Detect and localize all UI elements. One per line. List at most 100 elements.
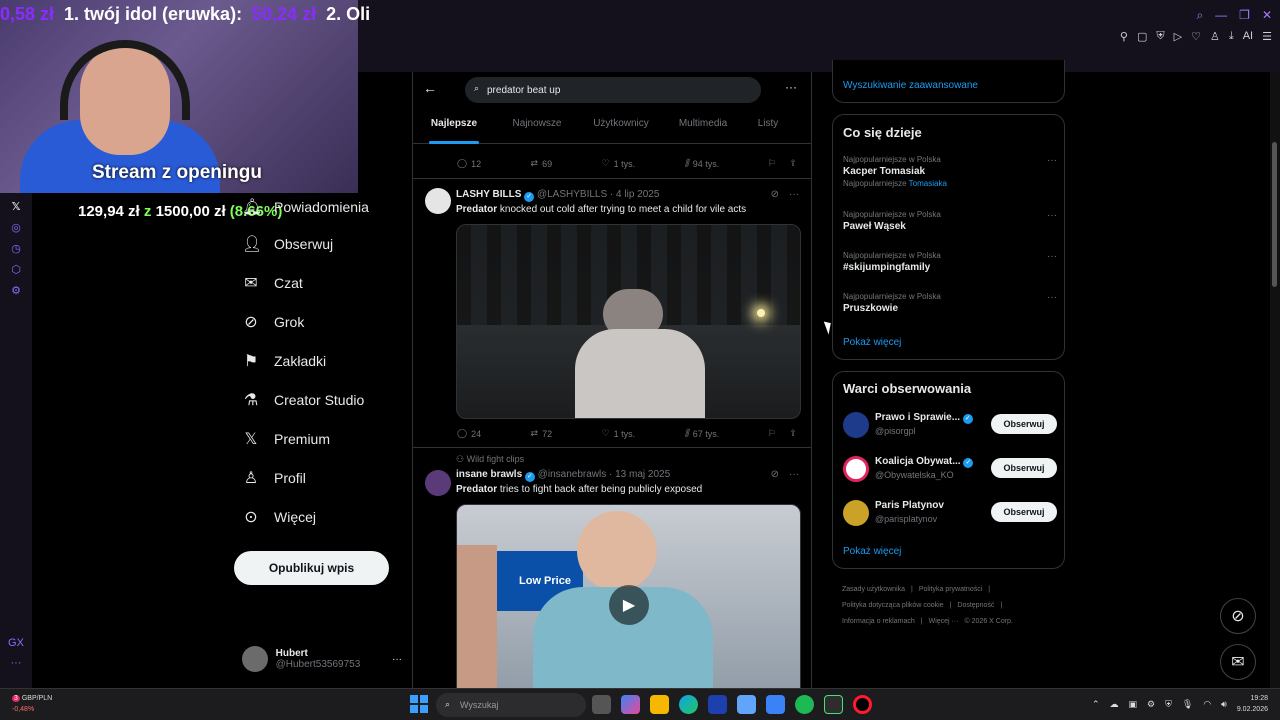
nav-item-notifications[interactable]: 🔔︎ Powiadomienia — [234, 190, 410, 224]
footer-link[interactable]: Informacja o reklamach — [842, 618, 915, 625]
scrollbar-thumb[interactable] — [1272, 142, 1277, 287]
nav-item-creator-studio[interactable]: ⚗ Creator Studio — [234, 380, 410, 419]
footer-link[interactable]: Zasady użytkownika — [842, 586, 905, 593]
trend-item[interactable]: Najpopularniejsze w Polska #skijumpingfa… — [843, 251, 1057, 273]
bookmark-button[interactable]: ⚐ ⇪ — [769, 158, 797, 169]
menu-icon[interactable]: ☰ — [1262, 30, 1272, 43]
tab-top[interactable]: Najlepsze — [429, 112, 479, 144]
show-more-link[interactable]: Pokaż więcej — [843, 546, 901, 557]
like-button[interactable]: ♡ 1 tys. — [602, 158, 636, 169]
nav-item-bookmarks[interactable]: ⚑ Zakładki — [234, 341, 410, 380]
tweet-video[interactable]: Low Price ▶ — [456, 504, 801, 688]
follow-button[interactable]: Obserwuj — [991, 414, 1057, 434]
follow-suggestion[interactable]: Paris Platynov @parisplatynov Obserwuj — [843, 500, 1057, 530]
context-label[interactable]: Wild fight clips — [467, 454, 525, 464]
x-logo-icon[interactable]: 𝕏 — [0, 200, 32, 213]
profile-icon[interactable]: ♙ — [1210, 30, 1220, 43]
settings-icon[interactable]: ⚙ — [0, 284, 32, 297]
footer-link[interactable]: Dostępność — [957, 602, 994, 609]
repost-button[interactable]: ⇄ 69 — [531, 158, 553, 169]
tab-people[interactable]: Użytkownicy — [589, 112, 653, 143]
tweet-date[interactable]: · 4 lip 2025 — [610, 189, 659, 200]
scrollbar[interactable] — [1270, 72, 1280, 688]
clock[interactable]: 19:28 9.02.2026 — [1237, 693, 1268, 715]
grok-icon[interactable]: ⊘ — [771, 469, 779, 480]
account-switcher[interactable]: Hubert @Hubert53569753 ··· — [242, 643, 402, 675]
more-icon[interactable]: ··· — [1047, 210, 1057, 221]
more-icon[interactable]: ··· — [1047, 251, 1057, 262]
heart-icon[interactable]: ♡ — [1191, 30, 1201, 43]
share-icon[interactable]: ⇪ — [789, 158, 797, 169]
snapshot-icon[interactable]: ▢ — [1137, 30, 1147, 43]
tweet-handle[interactable]: @insanebrawls — [538, 469, 607, 480]
edge-icon[interactable] — [679, 695, 698, 714]
search-icon[interactable]: ⌕ — [1196, 8, 1203, 23]
nav-item-premium[interactable]: 𝕏 Premium — [234, 419, 410, 458]
nav-item-profile[interactable]: ♙ Profil — [234, 458, 410, 497]
more-icon[interactable]: ··· — [392, 654, 402, 665]
shield-icon[interactable]: ⛨ — [1165, 699, 1172, 710]
store-icon[interactable] — [708, 695, 727, 714]
ai-icon[interactable]: AI — [1243, 30, 1253, 43]
nav-item-grok[interactable]: ⊘ Grok — [234, 302, 410, 341]
tab-latest[interactable]: Najnowsze — [509, 112, 565, 143]
close-icon[interactable]: ✕ — [1262, 8, 1272, 23]
tab-lists[interactable]: Listy — [755, 112, 781, 143]
extensions-icon[interactable]: ⬡ — [0, 263, 32, 276]
nav-item-follow[interactable]: 👤︎ Obserwuj — [234, 224, 410, 263]
like-button[interactable]: ♡ 1 tys. — [602, 428, 636, 439]
tweet-date[interactable]: · 13 maj 2025 — [609, 469, 670, 480]
history-icon[interactable]: ◷ — [0, 242, 32, 255]
download-icon[interactable]: ⤓ — [1229, 30, 1234, 43]
footer-link[interactable]: Polityka prywatności — [919, 586, 982, 593]
microphone-icon[interactable]: 🎙︎ — [1182, 699, 1193, 710]
footer-link[interactable]: Więcej ··· — [929, 618, 959, 625]
terminal-icon[interactable] — [824, 695, 843, 714]
chevron-up-icon[interactable]: ⌃ — [1092, 699, 1100, 710]
trend-item[interactable]: Najpopularniejsze w Polska Pruszkowie ··… — [843, 292, 1057, 314]
pin-icon[interactable]: ⚲ — [1120, 30, 1128, 43]
grok-icon[interactable]: ⊘ — [771, 189, 779, 200]
follow-suggestion[interactable]: Koalicja Obywat... ✓ @Obywatelska_KO Obs… — [843, 456, 1057, 486]
gear-icon[interactable]: ⚙ — [1147, 699, 1155, 710]
views-button[interactable]: ⫼ 67 tys. — [685, 428, 720, 439]
follow-button[interactable]: Obserwuj — [991, 502, 1057, 522]
taskbar-search[interactable]: ⌕ Wyszukaj — [436, 693, 586, 717]
nav-item-more[interactable]: ⊙ Więcej — [234, 497, 410, 536]
task-view-icon[interactable] — [592, 695, 611, 714]
opera-gx-icon[interactable] — [853, 695, 872, 714]
file-explorer-icon[interactable] — [650, 695, 669, 714]
grok-button[interactable]: ⊘ — [1220, 598, 1256, 634]
follow-button[interactable]: Obserwuj — [991, 458, 1057, 478]
trend-item[interactable]: Najpopularniejsze w Polska Kacper Tomasi… — [843, 155, 1057, 188]
nav-item-chat[interactable]: ✉ Czat — [234, 263, 410, 302]
app-tray-icon[interactable]: ▣ — [1129, 699, 1138, 710]
back-arrow-icon[interactable]: ← — [423, 80, 437, 96]
follow-suggestion[interactable]: Prawo i Sprawie... ✓ @pisorgpl Obserwuj — [843, 412, 1057, 442]
onedrive-icon[interactable]: ☁ — [1110, 699, 1119, 710]
more-icon[interactable]: ··· — [1047, 292, 1057, 303]
repost-button[interactable]: ⇄ 72 — [531, 428, 553, 439]
tweet[interactable]: ⚇ Wild fight clips insane brawls ✓ @insa… — [413, 448, 811, 688]
views-button[interactable]: ⫼ 94 tys. — [685, 158, 720, 169]
copilot-icon[interactable] — [621, 695, 640, 714]
trend-sub-link[interactable]: Tomasiaka — [909, 179, 947, 188]
gx-icon[interactable]: GX — [0, 637, 32, 649]
messages-button[interactable]: ✉ — [1220, 644, 1256, 680]
tab-media[interactable]: Multimedia — [675, 112, 731, 143]
windows-start-icon[interactable] — [410, 695, 428, 713]
outlook-icon[interactable] — [737, 695, 756, 714]
tweet-author[interactable]: LASHY BILLS — [456, 189, 521, 200]
advanced-search-link[interactable]: Wyszukiwanie zaawansowane — [843, 80, 978, 91]
restore-icon[interactable]: ❐ — [1239, 8, 1250, 23]
shield-icon[interactable]: ⛨ — [1156, 30, 1164, 43]
tweet-handle[interactable]: @LASHYBILLS — [537, 189, 607, 200]
tweet[interactable]: LASHY BILLS ✓ @LASHYBILLS · 4 lip 2025 ⊘… — [413, 178, 811, 448]
tweet-video[interactable] — [456, 224, 801, 419]
share-icon[interactable]: ⇪ — [789, 428, 797, 439]
chart-app-icon[interactable] — [766, 695, 785, 714]
spotify-icon[interactable] — [795, 695, 814, 714]
footer-link[interactable]: Polityka dotycząca plików cookie — [842, 602, 944, 609]
stock-widget[interactable]: 3 GBP/PLN -0,48% — [12, 693, 52, 715]
minimize-icon[interactable]: — — [1215, 8, 1227, 23]
